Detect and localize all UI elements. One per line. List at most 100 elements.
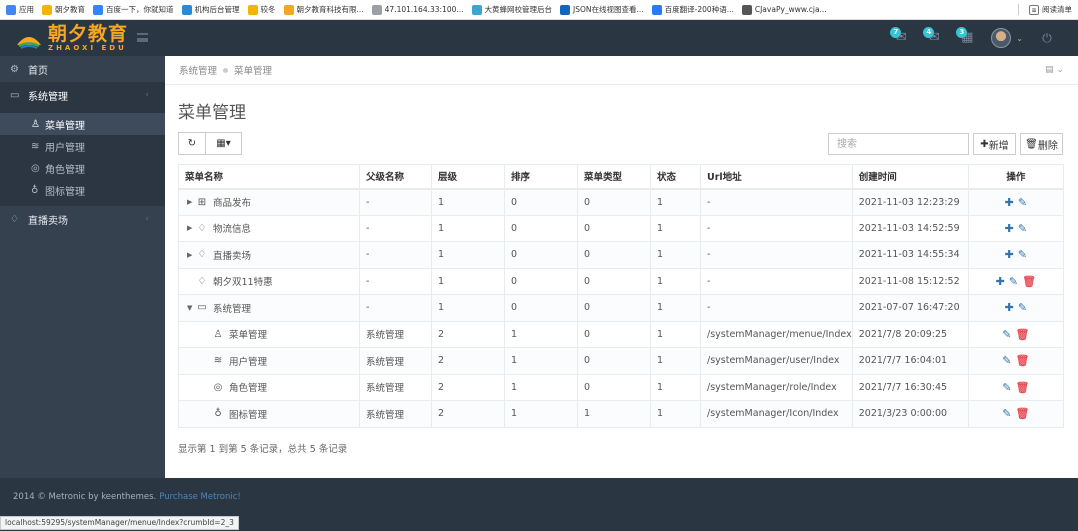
chevron-down-icon[interactable]: ⌄ (1016, 34, 1023, 43)
cell-sort: 0 (504, 241, 578, 269)
calendar-dropdown-icon[interactable]: ▤ ⌄ (1045, 65, 1064, 75)
column-header[interactable]: 状态 (650, 164, 701, 190)
avatar[interactable] (991, 28, 1012, 48)
edit-icon[interactable]: ✎ (1002, 328, 1011, 341)
menu-toggle-icon[interactable] (137, 33, 148, 42)
bookmark-item[interactable]: 机构后台管理 (181, 4, 240, 15)
column-header[interactable]: 菜单类型 (577, 164, 651, 190)
collapse-toggle-icon[interactable]: ▼ (187, 304, 195, 312)
purchase-link[interactable]: Purchase Metronic! (159, 492, 241, 502)
delete-icon[interactable]: 🗑 (1015, 328, 1029, 341)
cell-url: /systemManager/role/Index (700, 373, 853, 401)
add-child-icon[interactable]: ✚ (1005, 248, 1014, 261)
actions-cell: ✎ 🗑 (967, 400, 1065, 428)
table-toolbar: ↻ ▦▾ (178, 132, 242, 155)
bookmark-icon (42, 4, 52, 15)
inbox-icon[interactable]: ✉ 4 (923, 27, 943, 47)
bookmark-item[interactable]: 较冬 (247, 4, 276, 15)
edit-icon[interactable]: ✎ (1018, 222, 1027, 235)
bookmark-item[interactable]: JSON在线视图查看... (560, 4, 644, 15)
cell-created: 2021-07-07 16:47:20 (851, 294, 969, 322)
column-header[interactable]: 创建时间 (851, 164, 969, 190)
breadcrumb-item[interactable]: 系统管理 (179, 63, 217, 77)
refresh-button[interactable]: ↻ (178, 132, 206, 155)
table-row[interactable]: ♙ 菜单管理 系统管理 2 1 0 1/systemManager/menue/Index 2… (178, 320, 1065, 348)
sidebar-item-menu[interactable]: ♙ 菜单管理 (0, 113, 165, 135)
table-row[interactable]: ▶ ♢ 直播卖场 -1 0 0 1-2021-11-03 14:55:34 ✚ ✎ (178, 241, 1065, 269)
column-header[interactable]: 层级 (431, 164, 505, 190)
cell-parent: - (359, 267, 432, 295)
table-row[interactable]: ♁ 图标管理 系统管理 2 1 1 1/systemManager/Icon/Index 20… (178, 400, 1065, 428)
table-row[interactable]: ▶ ⊞ 商品发布 -1 0 0 1-2021-11-03 12:23:29 ✚ ✎ (178, 188, 1065, 216)
edit-icon[interactable]: ✎ (1002, 381, 1011, 394)
columns-button[interactable]: ▦▾ (206, 132, 242, 155)
edit-icon[interactable]: ✎ (1002, 407, 1011, 420)
expand-toggle-icon[interactable]: ▶ (187, 224, 195, 232)
home-icon: ⚙ (10, 63, 19, 75)
sidebar-item-live[interactable]: ♢ 直播卖场 ‹ (0, 206, 165, 232)
expand-toggle-icon[interactable]: ▶ (187, 251, 195, 259)
diamond-icon: ♢ (197, 275, 207, 287)
bookmark-item[interactable]: 47.101.164.33:100... (371, 4, 464, 15)
add-child-icon[interactable]: ✚ (1005, 301, 1014, 314)
pagination-summary: 显示第 1 到第 5 条记录，总共 5 条记录 (178, 444, 348, 455)
table-row[interactable]: ≋ 用户管理 系统管理 2 1 0 1/systemManager/user/Index 20… (178, 347, 1065, 375)
menu-name: 物流信息 (213, 224, 252, 236)
notification-bell-icon[interactable]: ✉ 7 (890, 27, 910, 47)
sidebar-item-users[interactable]: ≋ 用户管理 (0, 135, 165, 157)
bookmark-item[interactable]: 大黄蜂网校管理后台 (471, 4, 552, 15)
column-header[interactable]: 菜单名称 (178, 164, 360, 190)
delete-button[interactable]: 🗑 删除 (1020, 133, 1063, 155)
menu-name-cell: ▼ ▭ 系统管理 (178, 294, 360, 322)
breadcrumb: 系统管理 菜单管理 ▤ ⌄ (165, 56, 1078, 85)
table-row[interactable]: ♢ 朝夕双11特惠 -1 0 0 1-2021-11-08 15:12:52 ✚ ✎ 🗑 (178, 267, 1065, 295)
bookmark-item[interactable]: CJavaPy_www.cja... (741, 4, 827, 15)
delete-icon[interactable]: 🗑 (1015, 381, 1029, 394)
bookmark-item[interactable]: 朝夕教育 (42, 4, 85, 15)
cell-type: 0 (577, 373, 651, 401)
search-input[interactable] (828, 133, 969, 155)
column-header[interactable]: 父级名称 (359, 164, 432, 190)
add-child-icon[interactable]: ✚ (1005, 222, 1014, 235)
add-button[interactable]: ✚ 新增 (973, 133, 1016, 155)
add-child-icon[interactable]: ✚ (1005, 196, 1014, 209)
edit-icon[interactable]: ✎ (1018, 248, 1027, 261)
table-row[interactable]: ▼ ▭ 系统管理 -1 0 0 1-2021-07-07 16:47:20 ✚ ✎ (178, 294, 1065, 322)
edit-icon[interactable]: ✎ (1018, 301, 1027, 314)
sidebar-item-roles[interactable]: ◎ 角色管理 (0, 157, 165, 179)
bookmark-item[interactable]: 应用 (6, 4, 34, 15)
add-button-label: 新增 (988, 140, 1009, 152)
cell-status: 1 (650, 214, 701, 242)
table-row[interactable]: ◎ 角色管理 系统管理 2 1 0 1/systemManager/role/Index 20… (178, 373, 1065, 401)
cell-level: 1 (431, 267, 505, 295)
cell-created: 2021/7/8 20:09:25 (851, 320, 969, 348)
bookmark-item[interactable]: 朝夕教育科技有限... (283, 4, 364, 15)
sidebar-item-home[interactable]: ⚙ 首页 (0, 56, 165, 82)
delete-icon[interactable]: 🗑 (1015, 407, 1029, 420)
cell-sort: 1 (504, 320, 578, 348)
bookmark-label: 47.101.164.33:100... (384, 5, 464, 14)
sidebar-item-icons[interactable]: ♁ 图标管理 (0, 179, 165, 201)
logo[interactable]: 朝夕教育 ZHAOXI EDU (0, 20, 165, 56)
add-child-icon[interactable]: ✚ (996, 275, 1005, 288)
cell-created: 2021/3/23 0:00:00 (851, 400, 969, 428)
bookmark-item[interactable]: 百度一下，你就知道 (93, 4, 174, 15)
edit-icon[interactable]: ✎ (1018, 196, 1027, 209)
location-icon: ◎ (213, 381, 223, 393)
reading-list-button[interactable]: ≡ 阅读清单 (1018, 4, 1072, 15)
delete-icon[interactable]: 🗑 (1015, 354, 1029, 367)
expand-toggle-icon[interactable]: ▶ (187, 198, 195, 206)
column-header[interactable]: Url地址 (700, 164, 853, 190)
column-header[interactable]: 排序 (504, 164, 578, 190)
cell-parent: 系统管理 (359, 320, 432, 348)
logout-icon[interactable]: ⏻ (1038, 29, 1056, 47)
sidebar-item-system[interactable]: ▭ 系统管理 ‹ (0, 82, 165, 108)
table-row[interactable]: ▶ ♢ 物流信息 -1 0 0 1-2021-11-03 14:52:59 ✚ ✎ (178, 214, 1065, 242)
bookmark-item[interactable]: 百度翻译-200种语... (651, 4, 734, 15)
cell-created: 2021-11-03 14:52:59 (851, 214, 969, 242)
edit-icon[interactable]: ✎ (1009, 275, 1018, 288)
delete-icon[interactable]: 🗑 (1022, 275, 1036, 288)
cell-url: - (700, 294, 853, 322)
edit-icon[interactable]: ✎ (1002, 354, 1011, 367)
calendar-icon[interactable]: ▦ 3 (956, 27, 976, 47)
